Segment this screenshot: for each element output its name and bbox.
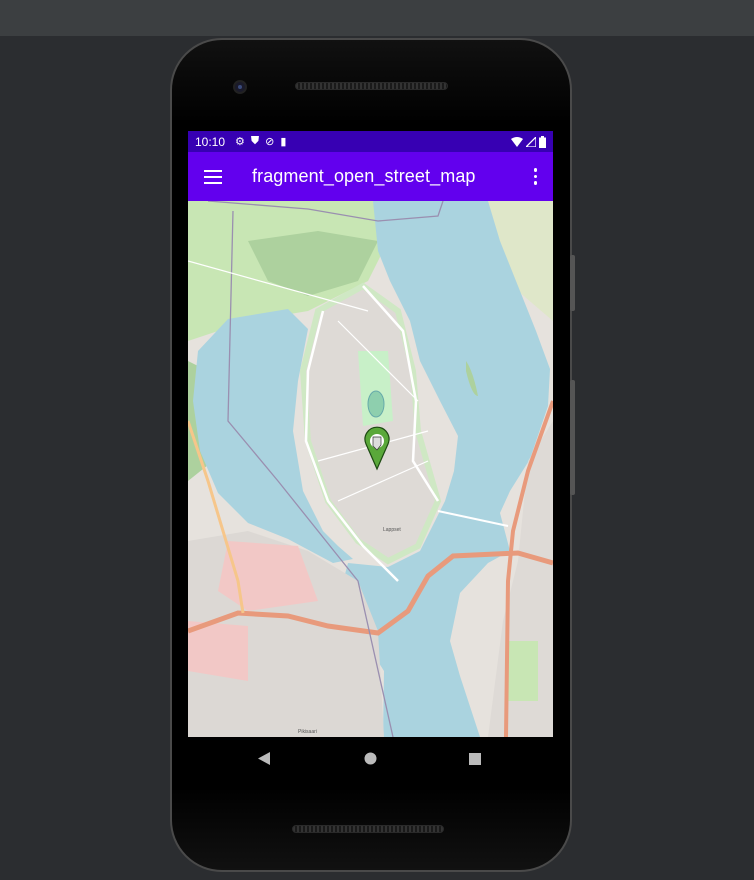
battery-icon xyxy=(539,135,546,148)
app-title: fragment_open_street_map xyxy=(252,166,476,186)
ide-top-bar xyxy=(0,0,754,36)
hamburger-icon[interactable] xyxy=(204,169,222,184)
volume-button[interactable] xyxy=(570,255,575,311)
shield-play-icon: ⛊ xyxy=(250,135,260,147)
park-area xyxy=(506,641,538,701)
stadium xyxy=(367,390,385,418)
back-button[interactable] xyxy=(258,752,270,770)
front-camera xyxy=(233,80,247,94)
power-button[interactable] xyxy=(570,380,575,495)
app-bar: fragment_open_street_map xyxy=(188,152,553,201)
back-icon xyxy=(258,752,270,765)
sd-card-icon: ▮ xyxy=(280,136,287,148)
home-icon xyxy=(364,752,377,765)
gear-icon: ⚙ xyxy=(235,136,245,148)
status-bar: 10:10 ⚙ ⛊ ⊘ ▮ xyxy=(188,131,553,152)
bottom-speaker xyxy=(292,825,444,833)
no-sync-icon: ⊘ xyxy=(265,136,275,148)
status-time: 10:10 xyxy=(195,134,226,149)
more-vert-icon[interactable] xyxy=(533,168,537,185)
top-speaker xyxy=(295,82,448,90)
recents-icon xyxy=(469,753,481,765)
wifi-icon xyxy=(511,136,523,147)
map-label: Lappset xyxy=(383,527,401,533)
navigation-bar xyxy=(188,737,553,780)
home-button[interactable] xyxy=(364,752,377,770)
signal-icon xyxy=(526,136,536,147)
open-street-map[interactable]: Lappset Pikisaari xyxy=(188,201,553,737)
device-screen: 10:10 ⚙ ⛊ ⊘ ▮ fragment_open_street_map L… xyxy=(188,131,553,780)
recents-button[interactable] xyxy=(469,752,481,770)
map-label: Pikisaari xyxy=(298,729,317,735)
